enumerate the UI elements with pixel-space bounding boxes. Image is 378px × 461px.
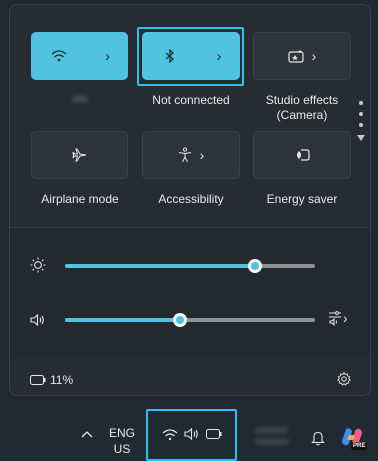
chevron-right-icon: › <box>311 48 317 64</box>
notification-bell-icon[interactable] <box>311 430 325 446</box>
scroll-down-icon[interactable] <box>357 135 365 141</box>
wifi-label-blurred <box>72 96 88 102</box>
language-code: ENG <box>108 426 135 440</box>
language-indicator[interactable]: ENG US <box>107 425 137 457</box>
system-tray-highlight-box <box>146 409 237 461</box>
volume-slider-thumb[interactable] <box>173 313 187 327</box>
chevron-right-icon: › <box>199 147 205 163</box>
copilot-button[interactable]: PRE <box>341 426 369 454</box>
brightness-slider-thumb[interactable] <box>248 259 262 273</box>
brightness-icon <box>30 257 46 273</box>
wifi-expand-button[interactable]: › <box>87 32 128 80</box>
airplane-mode-label: Airplane mode <box>41 192 119 206</box>
wifi-icon <box>51 49 67 63</box>
energy-saver-tile[interactable] <box>253 131 351 179</box>
studio-effects-tile[interactable]: › <box>253 32 351 80</box>
audio-output-button[interactable]: › <box>328 310 348 326</box>
clock-blurred[interactable] <box>252 424 292 450</box>
studio-effects-icon <box>288 49 304 63</box>
bluetooth-highlight-box <box>137 27 244 86</box>
wifi-tile[interactable]: › <box>31 32 128 80</box>
copilot-preview-badge: PRE <box>351 442 368 450</box>
studio-effects-label: Studio effects (Camera) <box>265 93 339 122</box>
chevron-up-icon[interactable] <box>81 430 93 438</box>
region-code: US <box>113 442 131 456</box>
chevron-right-icon: › <box>105 47 110 65</box>
airplane-icon <box>71 147 88 163</box>
accessibility-icon <box>178 147 192 163</box>
volume-icon <box>30 313 46 327</box>
audio-output-icon <box>328 310 342 326</box>
accessibility-tile[interactable]: › <box>142 131 240 179</box>
page-scroll-indicator[interactable] <box>356 101 366 151</box>
accessibility-label: Accessibility <box>158 192 224 206</box>
sliders-section <box>10 227 370 358</box>
settings-icon[interactable] <box>337 372 351 386</box>
chevron-right-icon: › <box>343 310 348 326</box>
bluetooth-label: Not connected <box>152 93 230 107</box>
energy-saver-label: Energy saver <box>266 192 338 206</box>
battery-icon <box>30 375 46 385</box>
battery-status[interactable]: 11% <box>30 373 73 387</box>
energy-saver-icon <box>294 149 310 161</box>
wifi-toggle[interactable] <box>31 32 87 80</box>
battery-percentage: 11% <box>50 373 74 387</box>
airplane-mode-tile[interactable] <box>31 131 128 179</box>
